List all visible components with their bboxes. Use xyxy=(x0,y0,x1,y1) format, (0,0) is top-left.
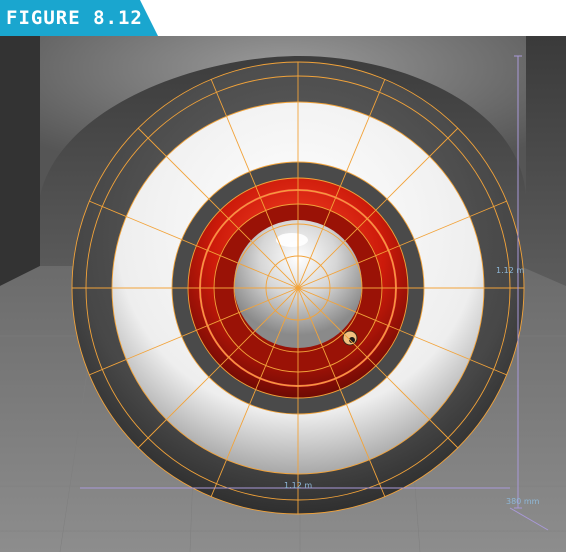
dimension-depth-label: 380 mm xyxy=(506,497,540,506)
figure-header: FIGURE 8.12 xyxy=(0,0,566,36)
figure-tab: FIGURE 8.12 xyxy=(0,0,158,36)
3d-viewport[interactable]: 1.12 m 1.12 m 380 mm xyxy=(0,36,566,552)
hubcap-highlight xyxy=(276,233,308,247)
left-wall-plane xyxy=(0,36,40,286)
figure-label: FIGURE 8.12 xyxy=(6,7,143,29)
dimension-height-label: 1.12 m xyxy=(496,266,524,275)
wireframe-overlay xyxy=(71,61,525,515)
dimension-width-label: 1.12 m xyxy=(284,481,312,490)
